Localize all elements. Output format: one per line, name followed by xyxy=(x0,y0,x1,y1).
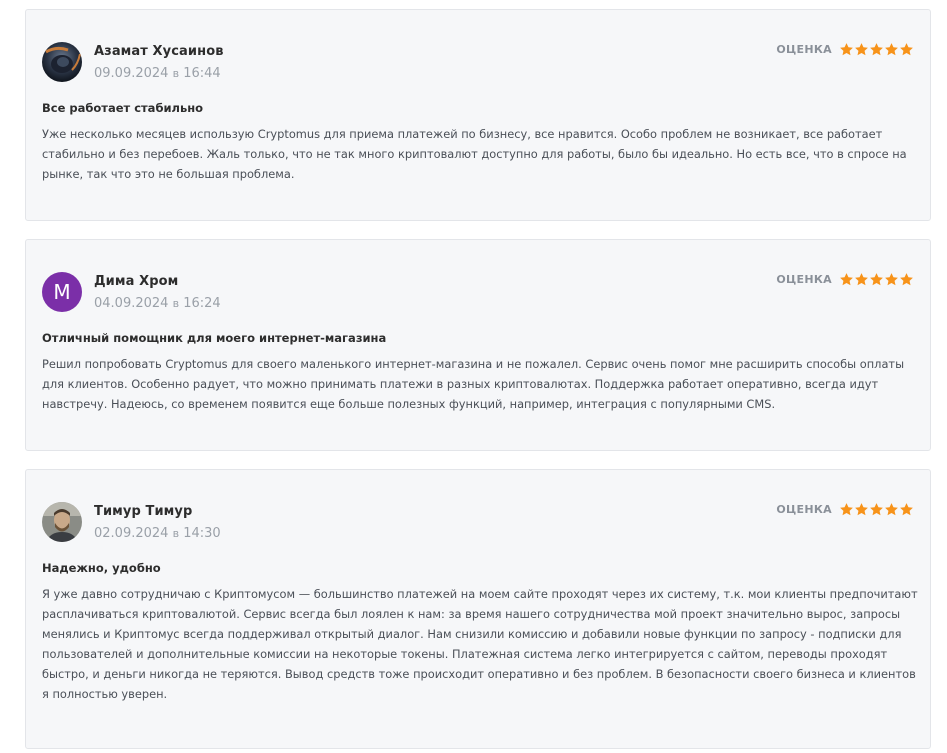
review-text: Решил попробовать Cryptomus для своего м… xyxy=(42,357,905,411)
rating-stars xyxy=(839,272,914,287)
rating-stars xyxy=(839,42,914,57)
review-date: 09.09.2024 в 16:44 xyxy=(94,66,221,81)
avatar[interactable]: M xyxy=(42,272,82,312)
star-icon xyxy=(870,43,883,56)
rating-label: ОЦЕНКА xyxy=(776,503,832,516)
review-date: 04.09.2024 в 16:24 xyxy=(94,296,221,311)
star-icon xyxy=(855,43,868,56)
avatar-letter: M xyxy=(53,280,71,304)
star-icon xyxy=(885,273,898,286)
star-icon xyxy=(900,503,913,516)
review-card: M Дима Хром 04.09.2024 в 16:24 ОЦЕНКА От… xyxy=(25,239,931,451)
review-card: Азамат Хусаинов 09.09.2024 в 16:44 ОЦЕНК… xyxy=(25,9,931,221)
review-card: Тимур Тимур 02.09.2024 в 14:30 ОЦЕНКА На… xyxy=(25,469,931,749)
star-icon xyxy=(870,503,883,516)
review-author: Дима Хром xyxy=(94,274,179,289)
review-title: Надежно, удобно xyxy=(42,561,161,575)
review-text: Я уже давно сотрудничаю с Криптомусом — … xyxy=(42,587,918,701)
star-icon xyxy=(885,503,898,516)
review-title: Все работает стабильно xyxy=(42,101,204,115)
review-date: 02.09.2024 в 14:30 xyxy=(94,526,221,541)
review-text: Уже несколько месяцев использую Cryptomu… xyxy=(42,127,907,181)
review-rating: ОЦЕНКА xyxy=(776,42,914,57)
review-rating: ОЦЕНКА xyxy=(776,502,914,517)
avatar[interactable] xyxy=(42,42,82,82)
user-photo-icon xyxy=(42,502,82,542)
rating-stars xyxy=(839,502,914,517)
rating-label: ОЦЕНКА xyxy=(776,273,832,286)
star-icon xyxy=(870,273,883,286)
star-icon xyxy=(840,273,853,286)
star-icon xyxy=(900,43,913,56)
review-title: Отличный помощник для моего интернет-маг… xyxy=(42,331,387,345)
star-icon xyxy=(840,43,853,56)
rating-label: ОЦЕНКА xyxy=(776,43,832,56)
review-author: Тимур Тимур xyxy=(94,504,193,519)
star-icon xyxy=(885,43,898,56)
star-icon xyxy=(855,273,868,286)
star-icon xyxy=(900,273,913,286)
star-icon xyxy=(855,503,868,516)
review-rating: ОЦЕНКА xyxy=(776,272,914,287)
avatar[interactable] xyxy=(42,502,82,542)
star-icon xyxy=(840,503,853,516)
user-photo-icon xyxy=(42,42,82,82)
review-author: Азамат Хусаинов xyxy=(94,44,224,59)
